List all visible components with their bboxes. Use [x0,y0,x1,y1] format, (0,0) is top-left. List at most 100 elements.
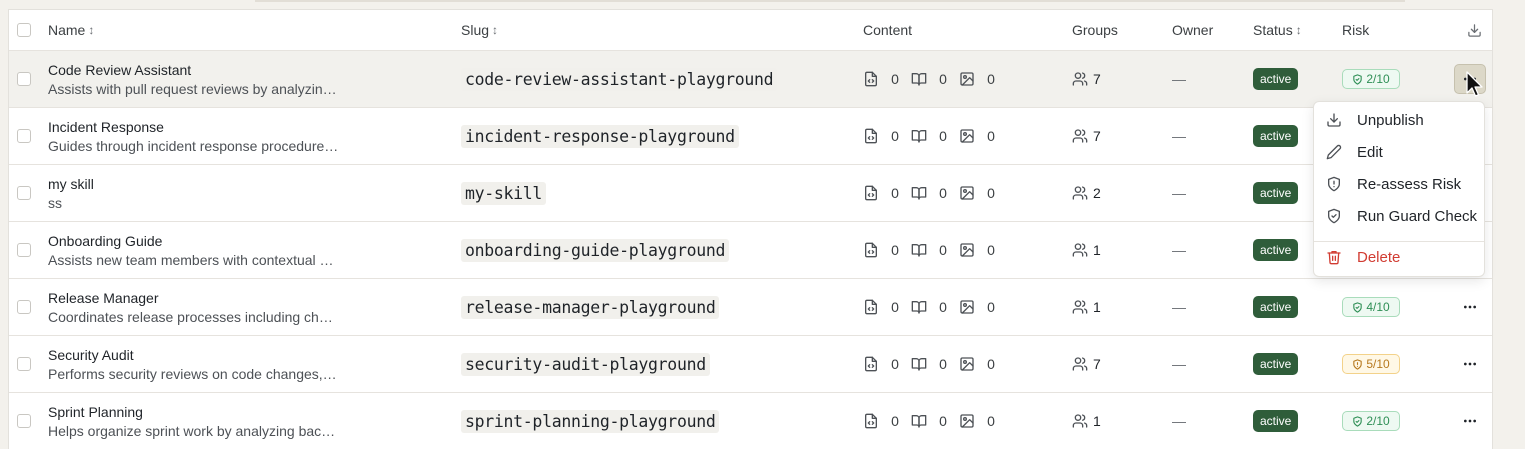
skill-description: Assists new team members with contextual… [48,251,334,268]
owner-value: — [1172,128,1186,144]
skill-slug: onboarding-guide-playground [461,238,730,262]
skill-name[interactable]: Security Audit [48,347,134,363]
column-header-slug[interactable]: Slug ↕ [461,10,498,50]
row-checkbox[interactable] [17,414,31,428]
row-select-cell [17,279,31,335]
content-cell: 0 0 0 [863,393,1007,449]
skill-name[interactable]: Onboarding Guide [48,233,162,249]
table-row[interactable]: Release Manager Coordinates release proce… [9,279,1492,336]
doc-count: 0 [939,71,947,87]
skill-description: Guides through incident response procedu… [48,137,339,154]
shield-check-icon [1328,208,1340,224]
groups-cell: 1 [1072,393,1101,449]
top-strip [255,0,1405,2]
status-badge: active [1253,410,1299,432]
image-icon [960,300,974,314]
groups-cell: 7 [1072,108,1101,164]
table-row[interactable]: Onboarding Guide Assists new team members… [9,222,1492,279]
table-row[interactable]: my skill ss my-skill 0 0 0 2 — active [9,165,1492,222]
image-count: 0 [987,128,995,144]
skill-description: Helps organize sprint work by analyzing … [48,422,336,439]
book-open-icon [911,187,927,200]
owner-value: — [1172,413,1186,429]
column-risk-label: Risk [1342,22,1370,38]
content-cell: 0 0 0 [863,279,1007,335]
skill-name[interactable]: my skill [48,176,94,192]
file-count: 0 [891,185,899,201]
row-actions-button[interactable] [1454,349,1486,379]
column-groups-label: Groups [1072,22,1118,38]
row-select-cell [17,51,31,107]
skill-name[interactable]: Code Review Assistant [48,62,191,78]
row-select-cell [17,393,31,449]
status-badge: active [1253,239,1299,261]
row-actions-button[interactable] [1454,292,1486,322]
menu-item-run-guard-check[interactable]: Run Guard Check [1314,201,1484,231]
menu-item-unpublish[interactable]: Unpublish [1314,105,1484,135]
doc-count: 0 [939,128,947,144]
select-all-checkbox[interactable] [17,23,31,37]
skill-name[interactable]: Incident Response [48,119,164,135]
slug-cell: code-review-assistant-playground [461,51,778,107]
slug-cell: onboarding-guide-playground [461,222,730,278]
column-status-label: Status [1253,22,1293,38]
content-cell: 0 0 0 [863,51,1007,107]
risk-badge: 2/10 [1342,69,1400,89]
book-open-icon [911,73,927,86]
name-cell: Release Manager Coordinates release proce… [48,279,348,335]
row-checkbox[interactable] [17,300,31,314]
file-code-icon [865,299,877,315]
slug-cell: security-audit-playground [461,336,710,392]
risk-score: 4/10 [1366,300,1390,314]
column-header-name[interactable]: Name ↕ [48,10,94,50]
content-cell: 0 0 0 [863,336,1007,392]
status-cell: active [1253,108,1299,164]
row-checkbox[interactable] [17,357,31,371]
table-row[interactable]: Code Review Assistant Assists with pull r… [9,51,1492,108]
shield-alert-icon [1353,358,1363,370]
risk-cell: 4/10 [1342,279,1400,335]
sort-icon: ↕ [492,23,499,37]
export-button[interactable] [1467,10,1482,50]
menu-item-reassess-risk[interactable]: Re-assess Risk [1314,169,1484,199]
menu-item-label: Run Guard Check [1357,207,1478,225]
image-icon [960,129,974,143]
image-icon [960,414,974,428]
table-row[interactable]: Security Audit Performs security reviews … [9,336,1492,393]
skill-name[interactable]: Sprint Planning [48,404,143,420]
file-count: 0 [891,242,899,258]
row-checkbox[interactable] [17,186,31,200]
column-header-status[interactable]: Status ↕ [1253,10,1302,50]
owner-value: — [1172,299,1186,315]
owner-value: — [1172,356,1186,372]
menu-item-delete[interactable]: Delete [1314,242,1484,272]
name-cell: Security Audit Performs security reviews … [48,336,348,392]
column-content-label: Content [863,22,913,38]
skill-name[interactable]: Release Manager [48,290,159,306]
skill-description: Performs security reviews on code change… [48,365,337,382]
status-cell: active [1253,393,1299,449]
status-cell: active [1253,165,1299,221]
file-count: 0 [891,299,899,315]
risk-badge: 5/10 [1342,354,1400,374]
image-icon [960,186,974,200]
doc-count: 0 [939,185,947,201]
column-header-risk: Risk [1342,10,1369,50]
name-cell: my skill ss [48,165,348,221]
row-checkbox[interactable] [17,72,31,86]
row-actions-button[interactable] [1454,406,1486,436]
image-count: 0 [987,71,995,87]
row-checkbox[interactable] [17,129,31,143]
table-row[interactable]: Incident Response Guides through incident… [9,108,1492,165]
status-badge: active [1253,353,1299,375]
menu-item-edit[interactable]: Edit [1314,137,1484,167]
row-select-cell [17,165,31,221]
file-code-icon [865,128,877,144]
owner-cell: — [1172,222,1186,278]
image-icon [960,72,974,86]
row-checkbox[interactable] [17,243,31,257]
select-all-cell [17,10,31,50]
table-row[interactable]: Sprint Planning Helps organize sprint wor… [9,393,1492,449]
status-badge: active [1253,68,1299,90]
skill-slug: incident-response-playground [461,124,739,148]
